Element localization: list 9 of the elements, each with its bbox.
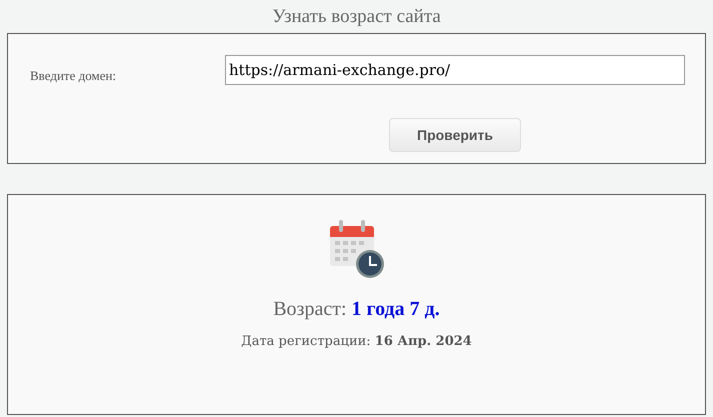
page-title: Узнать возраст сайта: [271, 4, 442, 28]
domain-label: Введите домен:: [29, 68, 118, 84]
age-label: Возраст:: [273, 298, 347, 320]
age-value: 1 года 7 д.: [352, 298, 440, 320]
registration-label: Дата регистрации:: [241, 334, 371, 349]
calendar-clock-icon: [328, 218, 386, 280]
check-button[interactable]: Проверить: [389, 118, 521, 152]
registration-date: 16 Апр. 2024: [374, 334, 472, 349]
domain-field[interactable]: https://armani-exchange.pro/: [225, 55, 685, 85]
